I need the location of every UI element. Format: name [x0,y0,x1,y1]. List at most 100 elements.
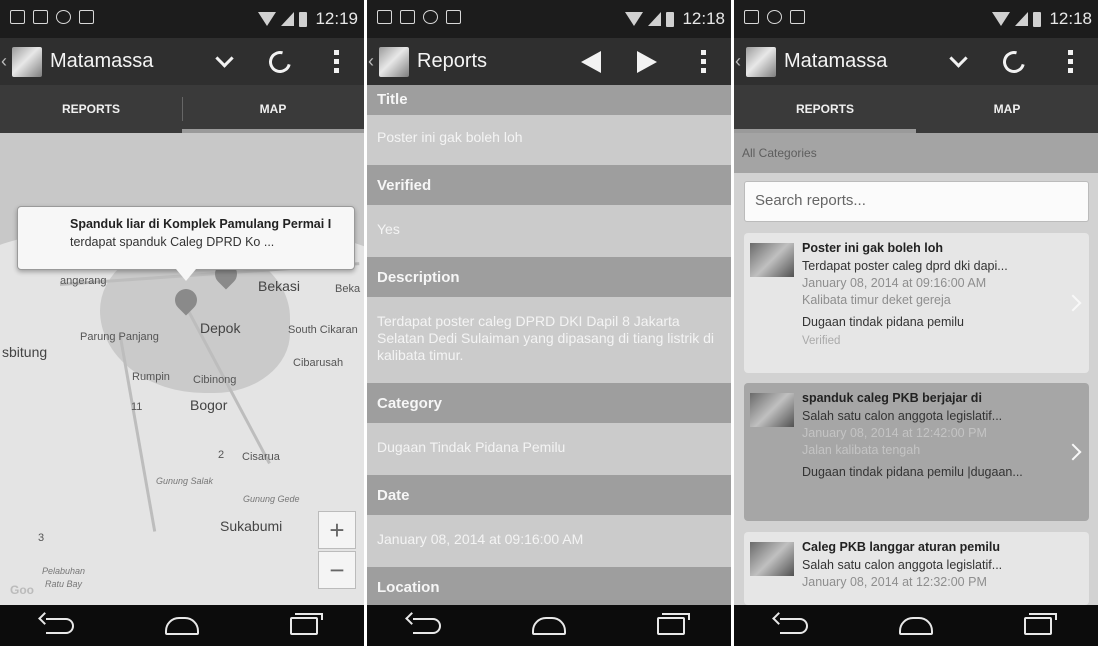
report-description: Salah satu calon anggota legislatif... [802,409,1003,423]
map-view[interactable]: angerang Bekasi Beka Depok Parung Panjan… [0,133,364,605]
wifi-icon [625,12,644,26]
store-notification-icon [446,10,461,24]
report-description: Salah satu calon anggota legislatif... [802,558,1003,572]
filter-dropdown-button[interactable] [930,38,986,85]
map-label: Gunung Salak [156,476,214,486]
section-location-label: Location [367,567,731,605]
app-logo[interactable] [379,46,409,77]
tab-bar: REPORTS MAP [734,85,1098,133]
refresh-icon [264,46,296,77]
section-verified-value: Yes [367,205,731,257]
battery-icon [666,11,675,27]
action-bar: ‹ Reports [367,38,731,85]
next-report-button[interactable] [619,38,675,85]
home-icon[interactable] [898,616,933,635]
refresh-button[interactable] [252,38,308,85]
report-title: Caleg PKB langgar aturan pemilu [802,540,1000,554]
section-description-label: Description [367,257,731,297]
refresh-button[interactable] [986,38,1042,85]
previous-report-button[interactable] [563,38,619,85]
map-label: sbitung [2,344,48,360]
map-label: Cibinong [193,374,237,386]
back-icon[interactable] [779,617,808,634]
back-icon[interactable] [45,617,74,634]
report-category: Dugaan tindak pidana pemilu [802,315,964,329]
report-date: January 08, 2014 at 09:16:00 AM [802,276,987,290]
report-title: spanduk caleg PKB berjajar di [802,391,982,405]
wifi-icon [258,12,277,26]
home-icon[interactable] [531,616,566,635]
report-list-item[interactable]: spanduk caleg PKB berjajar di Salah satu… [744,383,1089,521]
filter-dropdown-button[interactable] [196,38,252,85]
map-label: Gunung Gede [243,494,300,504]
category-filter[interactable]: All Categories [734,133,1098,173]
gallery-notification-icon [377,10,392,24]
back-icon[interactable] [412,617,441,634]
route-marker: 11 [131,401,143,413]
signal-icon [281,12,295,26]
home-icon[interactable] [164,616,199,635]
battery-icon [299,11,308,27]
report-status: Verified [802,335,841,347]
tab-map[interactable]: MAP [916,85,1098,133]
zoom-in-button[interactable]: + [318,511,356,549]
report-list-item[interactable]: Caleg PKB langgar aturan pemilu Salah sa… [744,532,1089,605]
tab-bar: REPORTS MAP [0,85,364,133]
tab-reports[interactable]: REPORTS [734,85,916,133]
shield-notification-icon [423,10,438,24]
map-label: angerang [60,275,107,287]
app-logo[interactable] [746,46,776,77]
tab-reports[interactable]: REPORTS [0,85,182,133]
section-date-value: January 08, 2014 at 09:16:00 AM [367,515,731,567]
app-logo[interactable] [12,46,42,77]
section-date-label: Date [367,475,731,515]
store-notification-icon [79,10,94,24]
overflow-menu-button[interactable] [1042,38,1098,85]
zoom-out-button[interactable]: − [318,551,356,589]
map-label: South Cikaran [288,324,358,336]
up-navigation-icon[interactable]: ‹ [1,51,9,72]
phone-screen-report-detail: 12:18 ‹ Reports Title Poster ini gak bol… [367,0,731,646]
search-input[interactable]: Search reports... [744,181,1089,222]
map-info-window[interactable]: Spanduk liar di Komplek Pamulang Permai … [17,206,355,281]
map-label: Cisarua [242,451,280,463]
clock: 12:19 [315,9,358,28]
report-thumbnail [750,393,794,427]
recent-apps-icon[interactable] [1024,612,1058,635]
action-bar: ‹ Matamassa [734,38,1098,85]
navigation-bar [0,605,364,646]
signal-icon [648,12,662,26]
map-label: Bekasi [258,278,301,294]
up-navigation-icon[interactable]: ‹ [368,51,376,72]
map-label: Rumpin [132,371,170,383]
up-navigation-icon[interactable]: ‹ [735,51,743,72]
map-label: Bogor [190,397,228,413]
arrow-right-icon [637,50,657,73]
clock: 12:18 [1049,9,1092,28]
info-window-description: terdapat spanduk Caleg DPRD Ko ... [70,235,275,249]
arrow-left-icon [581,50,601,73]
report-category: Dugaan tindak pidana pemilu |dugaan... [802,465,1023,479]
report-location: Jalan kalibata tengah [802,443,921,457]
report-title: Poster ini gak boleh loh [802,241,943,255]
recent-apps-icon[interactable] [657,612,691,635]
section-description-value: Terdapat poster caleg DPRD DKI Dapil 8 J… [367,297,731,383]
phone-screen-report-list: 12:18 ‹ Matamassa REPORTS MAP All Catego… [734,0,1098,646]
report-thumbnail [750,243,794,277]
overflow-icon [700,50,706,73]
map-label: Cibarusah [293,357,344,369]
route-marker: 2 [218,449,225,461]
section-category-label: Category [367,383,731,423]
app-title: Reports [417,50,488,72]
status-bar: 12:18 [367,0,731,38]
recent-apps-icon[interactable] [290,612,324,635]
report-detail[interactable]: Title Poster ini gak boleh loh Verified … [367,85,731,605]
tab-map[interactable]: MAP [182,85,364,133]
overflow-menu-button[interactable] [675,38,731,85]
report-description: Terdapat poster caleg dprd dki dapi... [802,259,1008,273]
overflow-menu-button[interactable] [308,38,364,85]
report-list-item[interactable]: Poster ini gak boleh loh Terdapat poster… [744,233,1089,373]
overflow-icon [333,50,339,73]
app-title: Matamassa [50,50,154,72]
mail-notification-icon [400,10,415,24]
